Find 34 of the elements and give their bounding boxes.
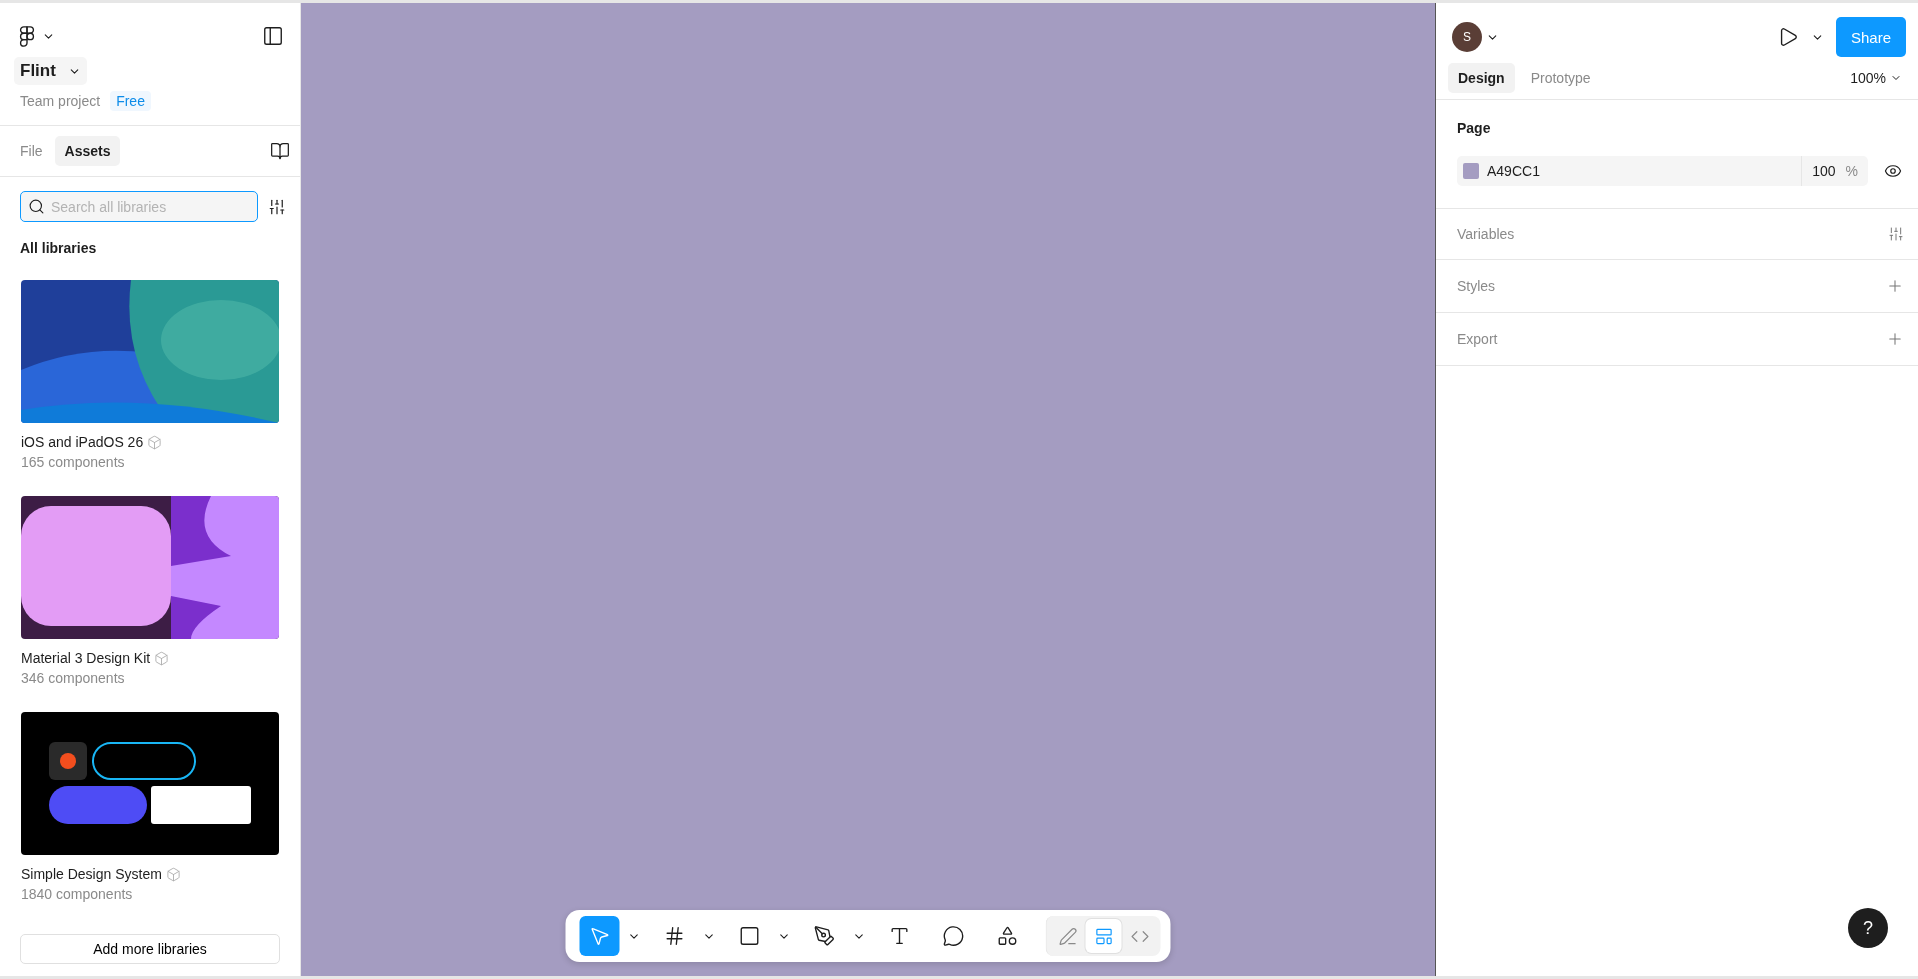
package-icon — [147, 434, 163, 450]
variables-icon[interactable] — [1888, 226, 1904, 242]
library-name: iOS and iPadOS 26 — [21, 434, 144, 450]
component-count: 346 components — [21, 670, 126, 686]
library-book-icon[interactable] — [270, 141, 290, 161]
properties-tab[interactable]: Design — [1448, 63, 1515, 93]
eye-icon[interactable] — [1884, 162, 1902, 180]
pointer-icon[interactable] — [579, 916, 620, 956]
add-libraries-button[interactable]: Add more libraries — [20, 934, 280, 964]
section-title: Variables — [1457, 226, 1515, 242]
panel-toggle-icon[interactable] — [262, 25, 284, 47]
page-color-field[interactable]: A49CC1 100 % — [1457, 156, 1868, 186]
plan-badge: Free — [110, 91, 151, 111]
avatar: S — [1452, 22, 1482, 52]
panel-tab[interactable]: Assets — [54, 136, 121, 166]
panel-tab[interactable]: File — [10, 136, 53, 166]
zoom-dropdown[interactable]: 100% — [1850, 70, 1902, 86]
help-button[interactable]: ? — [1848, 908, 1888, 948]
package-icon — [165, 866, 181, 882]
library-name: Simple Design System — [21, 866, 162, 882]
search-icon — [28, 198, 45, 215]
package-icon — [154, 650, 170, 666]
section-heading: All libraries — [19, 239, 98, 258]
component-count: 165 components — [21, 454, 126, 470]
component-count: 1840 components — [21, 886, 134, 902]
user-menu-button[interactable]: S — [1452, 22, 1499, 52]
team-label: Team project — [20, 93, 101, 109]
section-title: Styles — [1457, 278, 1496, 294]
section-title: Export — [1457, 331, 1498, 347]
search-field[interactable]: Search all libraries — [20, 191, 258, 222]
project-name-button[interactable]: Flint — [14, 57, 87, 85]
filter-icon[interactable] — [268, 197, 286, 216]
section-title: Page — [1457, 120, 1491, 136]
library-name: Material 3 Design Kit — [21, 650, 151, 666]
